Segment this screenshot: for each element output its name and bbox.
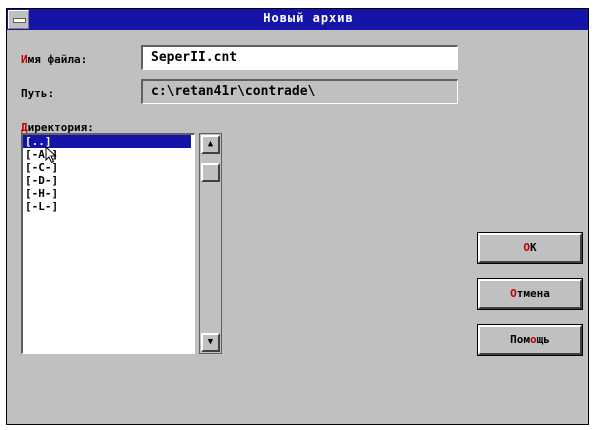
scroll-down-button[interactable]: ▼	[201, 333, 220, 352]
cancel-hotkey: О	[510, 287, 517, 300]
title-bar: Новый архив	[7, 9, 588, 30]
list-item[interactable]: [-L-]	[23, 200, 194, 213]
directory-list[interactable]: [..] [-A-] [-C-] [-D-] [-H-] [-L-]	[21, 133, 195, 354]
new-archive-dialog: Новый архив Имя файла: SeperII.cnt Путь:…	[6, 8, 589, 425]
scroll-up-button[interactable]: ▲	[201, 135, 220, 154]
filename-label-hotkey: И	[21, 53, 28, 66]
help-hotkey: о	[530, 333, 537, 346]
scroll-up-arrow-icon: ▲	[207, 139, 214, 149]
system-menu-icon	[13, 18, 26, 23]
dialog-title: Новый архив	[263, 11, 354, 25]
cancel-button[interactable]: Отмена	[477, 278, 583, 310]
list-item[interactable]: [-D-]	[23, 174, 194, 187]
list-item[interactable]: [-H-]	[23, 187, 194, 200]
help-label-end: щь	[536, 333, 550, 346]
ok-label: К	[530, 241, 537, 254]
scroll-down-arrow-icon: ▼	[207, 337, 214, 347]
filename-label-text: мя файла:	[27, 53, 88, 66]
help-button[interactable]: Помощь	[477, 324, 583, 356]
path-label: Путь:	[21, 87, 55, 100]
system-menu-button[interactable]	[8, 10, 29, 29]
help-label-start: Пом	[510, 333, 530, 346]
mouse-pointer-icon	[45, 146, 57, 164]
cancel-label: тмена	[516, 287, 550, 300]
path-field: c:\retan41r\contrade\	[141, 79, 458, 104]
directory-scrollbar[interactable]: ▲ ▼	[199, 133, 222, 354]
filename-input[interactable]: SeperII.cnt	[141, 45, 458, 70]
filename-label: Имя файла:	[21, 53, 87, 66]
ok-hotkey: О	[523, 241, 530, 254]
scroll-thumb[interactable]	[201, 163, 220, 182]
ok-button[interactable]: ОК	[477, 232, 583, 264]
